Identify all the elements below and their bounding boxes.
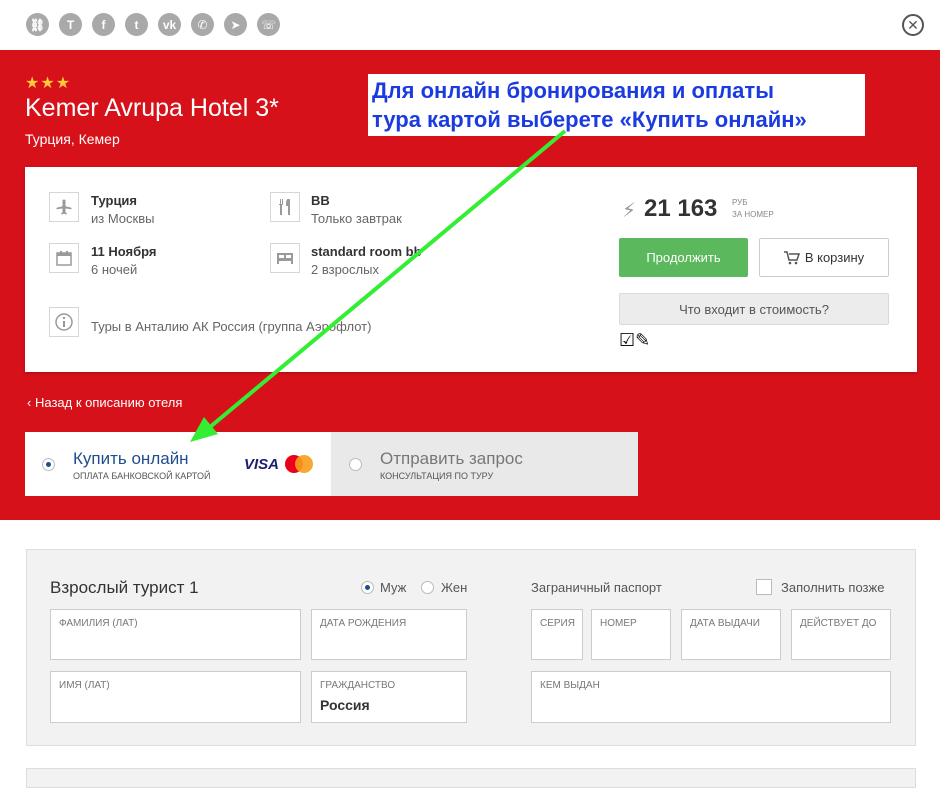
fill-later-checkbox[interactable] xyxy=(756,579,772,595)
issue-date-label: ДАТА ВЫДАЧИ xyxy=(690,618,760,629)
surname-field[interactable]: ФАМИЛИЯ (ЛАТ) xyxy=(50,609,301,660)
name-label: ИМЯ (ЛАТ) xyxy=(59,680,110,691)
gender-female-label: Жен xyxy=(441,580,468,595)
issue-date-field[interactable]: ДАТА ВЫДАЧИ xyxy=(681,609,781,660)
valid-until-label: ДЕЙСТВУЕТ ДО xyxy=(800,618,877,629)
issued-by-label: КЕМ ВЫДАН xyxy=(540,680,600,691)
citizenship-field[interactable]: ГРАЖДАНСТВО Россия xyxy=(311,671,467,723)
gender-male-label: Муж xyxy=(380,580,407,595)
passport-number-label: НОМЕР xyxy=(600,618,637,629)
gender-female-radio[interactable] xyxy=(421,581,434,594)
birth-date-field[interactable]: ДАТА РОЖДЕНИЯ xyxy=(311,609,467,660)
next-tourist-form xyxy=(26,768,916,788)
surname-label: ФАМИЛИЯ (ЛАТ) xyxy=(59,618,138,629)
name-field[interactable]: ИМЯ (ЛАТ) xyxy=(50,671,301,723)
citizenship-value: Россия xyxy=(320,697,370,713)
tourist-title: Взрослый турист 1 xyxy=(50,578,199,597)
passport-number-field[interactable]: НОМЕР xyxy=(591,609,671,660)
citizenship-label: ГРАЖДАНСТВО xyxy=(320,680,396,691)
fill-later-label: Заполнить позже xyxy=(781,580,885,595)
passport-title: Заграничный паспорт xyxy=(531,580,662,595)
issued-by-field[interactable]: КЕМ ВЫДАН xyxy=(531,671,891,723)
gender-male-radio[interactable] xyxy=(361,581,374,594)
valid-until-field[interactable]: ДЕЙСТВУЕТ ДО xyxy=(791,609,891,660)
passport-series-label: СЕРИЯ xyxy=(540,618,575,629)
tourist-form: Взрослый турист 1 Муж Жен Заграничный па… xyxy=(26,549,916,746)
birth-date-label: ДАТА РОЖДЕНИЯ xyxy=(320,618,407,629)
passport-series-field[interactable]: СЕРИЯ xyxy=(531,609,583,660)
